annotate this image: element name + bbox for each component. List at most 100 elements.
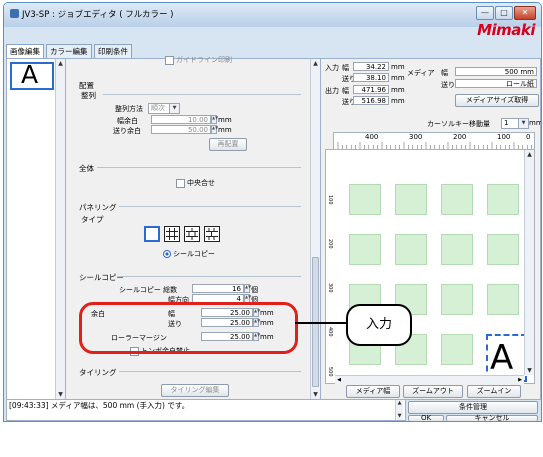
paneling-section-title: パネリング — [79, 203, 117, 212]
scroll-left-icon[interactable]: ◀ — [335, 376, 343, 384]
seal-copy-cell[interactable] — [487, 184, 519, 215]
preview-vscroll[interactable]: ▲ ▼ — [524, 150, 534, 375]
center-align-checkbox[interactable] — [176, 179, 185, 188]
input-width-value: 34.22 — [353, 62, 389, 71]
output-feed-value: 516.98 — [353, 96, 389, 105]
print-preview-canvas[interactable]: 100 200 300 400 500 A ▲ ▼ ◀ ▶ — [325, 149, 535, 384]
preview-letter: A — [490, 338, 514, 378]
divider — [119, 276, 301, 277]
output-label: 出力 — [325, 87, 339, 95]
zoom-out-button[interactable]: ズームアウト — [403, 385, 463, 398]
chevron-down-icon[interactable]: ▼ — [518, 118, 529, 129]
cursor-move-label: カーソルキー移動量 — [427, 120, 490, 128]
divider — [119, 371, 301, 372]
cursor-move-select[interactable]: 1 ▼ — [501, 118, 529, 129]
media-feed-label: 送り — [441, 81, 455, 89]
tab-image-edit[interactable]: 画像編集 — [6, 44, 44, 59]
preview-hscroll[interactable]: ◀ ▶ — [335, 375, 524, 384]
ruler-tick: 400 — [327, 327, 333, 337]
seal-total-spinner[interactable]: ▲▼ — [244, 284, 251, 293]
divider — [103, 94, 301, 95]
maximize-button[interactable]: □ — [495, 6, 513, 20]
seal-copy-cell[interactable] — [441, 184, 473, 215]
tab-color-edit[interactable]: カラー編集 — [46, 44, 92, 58]
ruler-tick: 300 — [409, 133, 423, 141]
zoom-in-button[interactable]: ズームイン — [467, 385, 521, 398]
close-button[interactable]: ✕ — [514, 6, 536, 20]
tab-print-conditions[interactable]: 印刷条件 — [94, 44, 132, 58]
output-width-value: 471.96 — [353, 85, 389, 94]
seal-copy-radio-label: シールコピー — [173, 250, 215, 258]
cancel-button[interactable]: キャンセル — [446, 415, 538, 421]
input-feed-unit: mm — [391, 74, 405, 82]
seal-copy-cell[interactable] — [487, 284, 519, 315]
ruler-tick: 200 — [327, 239, 333, 249]
thumbnail-strip: A ▲ ▼ — [7, 59, 66, 399]
media-width-button[interactable]: メディア幅 — [346, 385, 400, 398]
scroll-down-icon[interactable]: ▼ — [311, 390, 320, 399]
status-log: [09:43:33] メディア幅は、500 mm (手入力) です。 — [6, 399, 406, 421]
divider — [97, 167, 301, 168]
seal-copy-cell[interactable] — [441, 334, 473, 365]
seal-copy-cell[interactable] — [349, 184, 381, 215]
paneling-type-tiles — [144, 226, 226, 244]
seal-copy-cell[interactable] — [395, 184, 427, 215]
input-feed-value: 38.10 — [353, 73, 389, 82]
media-width-value[interactable]: 500 mm — [455, 67, 537, 76]
image-thumbnail[interactable]: A — [10, 60, 54, 90]
scroll-up-icon[interactable]: ▲ — [311, 59, 320, 68]
align-method-select[interactable]: 順次 ▼ — [148, 103, 180, 114]
seal-total-input[interactable]: 16 — [192, 284, 244, 293]
ok-button[interactable]: OK — [408, 415, 444, 421]
tile-grid-brick[interactable] — [204, 226, 220, 242]
mimaki-logo: Mimaki — [477, 21, 535, 39]
log-scrollbar[interactable]: ▲ ▼ — [395, 400, 403, 420]
seal-copy-cell[interactable] — [441, 234, 473, 265]
scroll-down-icon[interactable]: ▼ — [525, 366, 534, 375]
tile-grid-offset[interactable] — [184, 226, 200, 242]
ruler-tick: 200 — [453, 133, 467, 141]
seal-total-unit: 個 — [251, 286, 258, 294]
seal-copy-cell[interactable] — [441, 284, 473, 315]
grid-2x2-icon — [166, 228, 178, 240]
width-margin-input[interactable]: 10.00 — [151, 115, 211, 124]
media-feed-value: ロール紙 — [455, 79, 537, 88]
chevron-down-icon[interactable]: ▼ — [169, 103, 180, 114]
thumbnail-letter: A — [21, 60, 39, 89]
width-margin-spinner[interactable]: ▲▼ — [211, 115, 218, 124]
seal-copy-cell[interactable] — [349, 234, 381, 265]
align-method-value: 順次 — [151, 104, 165, 112]
scroll-up-icon[interactable]: ▲ — [525, 150, 534, 159]
tile-single[interactable] — [144, 226, 160, 242]
input-label: 入力 — [325, 64, 339, 72]
align-subsection-title: 整列 — [81, 91, 96, 100]
seal-copy-cell[interactable] — [487, 234, 519, 265]
scroll-right-icon[interactable]: ▶ — [516, 376, 524, 384]
seal-copy-radio[interactable] — [163, 250, 171, 258]
width-margin-label: 幅余白 — [117, 117, 138, 125]
scroll-up-icon[interactable]: ▲ — [396, 400, 403, 407]
cursor-move-value: 1 — [504, 119, 509, 127]
callout-leader — [295, 322, 347, 324]
cursor-move-unit: mm — [529, 119, 542, 127]
minimize-button[interactable]: — — [476, 6, 494, 20]
output-width-unit: mm — [391, 86, 405, 94]
guide-print-label: ガイドライン印刷 — [176, 56, 232, 64]
get-media-size-button[interactable]: メディアサイズ取得 — [455, 94, 539, 107]
single-tile-icon — [146, 228, 160, 242]
ruler-tick: 300 — [327, 283, 333, 293]
seal-copy-cell[interactable] — [395, 234, 427, 265]
tiling-edit-button[interactable]: タイリング編集 — [161, 384, 229, 397]
thumbnail-scrollbar[interactable]: ▲ ▼ — [55, 59, 65, 399]
settings-scrollbar[interactable]: ▲ ▼ — [310, 59, 320, 399]
condition-manage-button[interactable]: 条件管理 — [408, 401, 538, 414]
scroll-down-icon[interactable]: ▼ — [396, 413, 403, 420]
guide-print-checkbox[interactable] — [165, 56, 174, 65]
feed-margin-spinner[interactable]: ▲▼ — [211, 125, 218, 134]
align-method-label: 整列方法 — [115, 105, 143, 113]
scroll-down-icon[interactable]: ▼ — [56, 390, 65, 399]
relayout-button[interactable]: 再配置 — [209, 138, 247, 151]
scroll-up-icon[interactable]: ▲ — [56, 59, 65, 68]
feed-margin-input[interactable]: 50.00 — [151, 125, 211, 134]
tile-grid-2x2[interactable] — [164, 226, 180, 242]
